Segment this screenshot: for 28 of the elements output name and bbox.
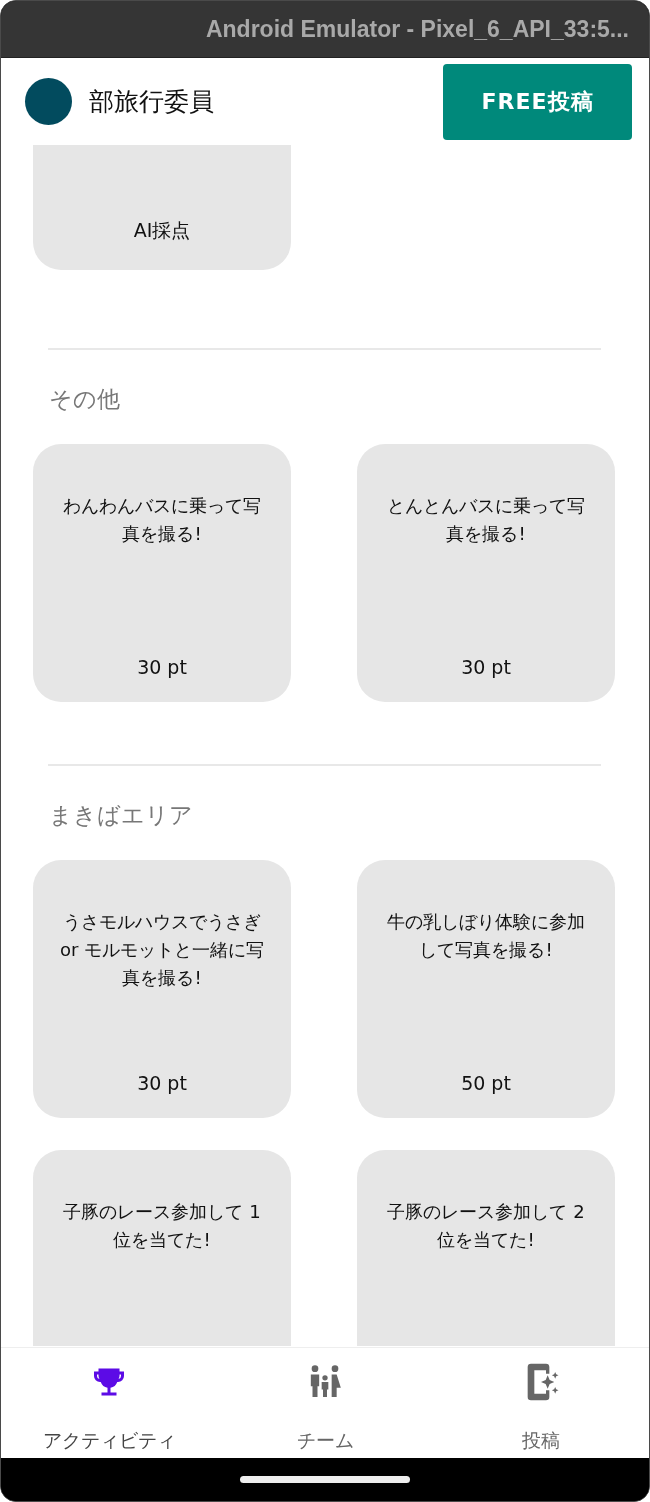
card-points: 30 pt [137, 656, 187, 678]
card-points: 30 pt [461, 656, 511, 678]
card-title: 牛の乳しぼり体験に参加して写真を撮る! [386, 910, 586, 962]
card-points: 30 pt [137, 1072, 187, 1094]
card-label: AI採点 [133, 218, 191, 243]
activity-card[interactable]: 子豚のレース参加して 1 位を当てた! [33, 1150, 291, 1346]
nav-tab[interactable]: 投稿 [433, 1348, 649, 1458]
activity-card[interactable]: わんわんバスに乗って写真を撮る! 30 pt [33, 444, 291, 702]
card-title: うさモルハウスでうさぎ or モルモットと一緒に写真を撮る! [58, 910, 266, 990]
post-button[interactable]: FREE投稿 [443, 63, 632, 140]
avatar [25, 78, 72, 125]
activity-card[interactable]: 牛の乳しぼり体験に参加して写真を撮る! 50 pt [357, 860, 615, 1118]
card-title: 子豚のレース参加して 2 位を当てた! [386, 1200, 586, 1252]
nav-tab[interactable]: チーム [217, 1348, 433, 1458]
activity-card[interactable]: AI採点 [33, 145, 291, 270]
activity-card[interactable]: 子豚のレース参加して 2 位を当てた! [357, 1150, 615, 1346]
activity-card[interactable]: とんとんバスに乗って写真を撮る! 30 pt [357, 444, 615, 702]
app-title: 部旅行委員 [89, 86, 215, 118]
home-handle[interactable] [240, 1476, 410, 1483]
card-title: 子豚のレース参加して 1 位を当てた! [62, 1200, 262, 1252]
window-title: Android Emulator - Pixel_6_API_33:5... [205, 15, 629, 43]
section-title: まきばエリア [49, 801, 194, 830]
card-title: とんとんバスに乗って写真を撮る! [386, 494, 586, 546]
section-title: その他 [49, 385, 121, 414]
activity-card[interactable]: うさモルハウスでうさぎ or モルモットと一緒に写真を撮る! 30 pt [33, 860, 291, 1118]
card-points: 50 pt [461, 1072, 511, 1094]
nav-tab[interactable]: アクティビティ [1, 1348, 217, 1458]
card-title: わんわんバスに乗って写真を撮る! [62, 494, 262, 546]
